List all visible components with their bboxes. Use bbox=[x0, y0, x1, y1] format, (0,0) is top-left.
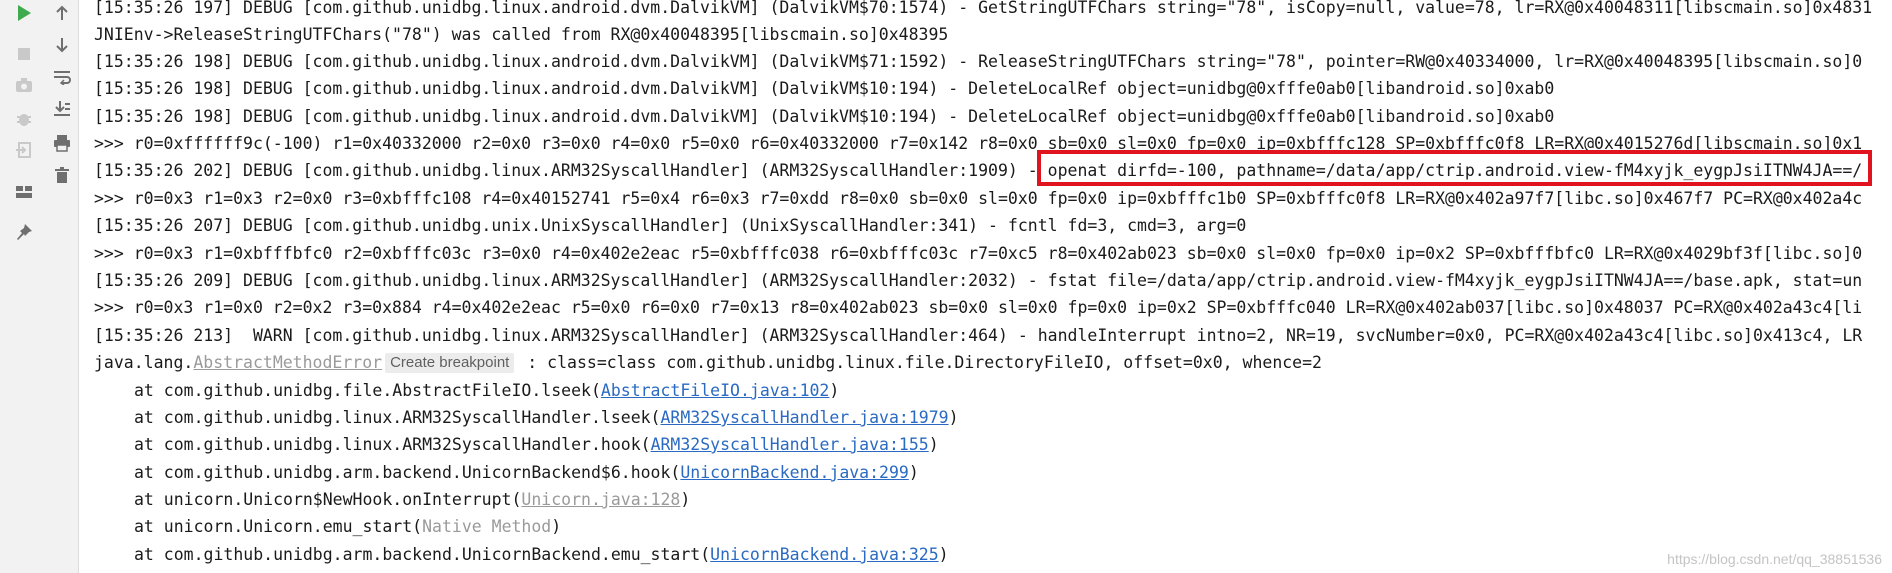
stack-frame-close: ) bbox=[948, 408, 959, 427]
log-line: [15:35:26 209] DEBUG [com.github.unidbg.… bbox=[94, 271, 1863, 290]
exception-class-link[interactable]: AbstractMethodError bbox=[193, 353, 382, 372]
stack-frame: at com.github.unidbg.linux.ARM32SyscallH… bbox=[94, 404, 959, 432]
down-arrow-icon bbox=[56, 38, 68, 53]
source-link[interactable]: AbstractFileIO.java:102 bbox=[601, 381, 829, 400]
stack-frame-method: at com.github.unidbg.arm.backend.Unicorn… bbox=[134, 545, 711, 564]
debug-button[interactable] bbox=[8, 106, 40, 132]
stack-frame-method: at unicorn.Unicorn$NewHook.onInterrupt( bbox=[134, 490, 522, 509]
stack-frame: at unicorn.Unicorn$NewHook.onInterrupt(U… bbox=[94, 486, 690, 514]
log-line: >>> r0=0xffffff9c(-100) r1=0x40332000 r2… bbox=[94, 134, 1863, 153]
log-line: [15:35:26 202] DEBUG [com.github.unidbg.… bbox=[94, 161, 1863, 180]
stack-frame: at com.github.unidbg.arm.backend.Unicorn… bbox=[94, 541, 949, 569]
clear-all-button[interactable] bbox=[46, 162, 78, 188]
stop-icon bbox=[18, 48, 30, 60]
stack-frame-method: at com.github.unidbg.linux.ARM32SyscallH… bbox=[134, 408, 661, 427]
watermark: https://blog.csdn.net/qq_38851536 bbox=[1667, 551, 1882, 567]
stack-frame-method: at com.github.unidbg.linux.ARM32SyscallH… bbox=[134, 435, 651, 454]
print-icon bbox=[54, 135, 70, 152]
exception-message: : class=class com.github.unidbg.linux.fi… bbox=[517, 353, 1322, 372]
stack-frame-close: ) bbox=[551, 517, 562, 536]
console-toolbar bbox=[0, 0, 79, 573]
previous-occurrence-button[interactable] bbox=[46, 0, 78, 26]
exception-prefix: java.lang. bbox=[94, 353, 194, 372]
pin-button[interactable] bbox=[8, 219, 40, 245]
stack-frame-method: at com.github.unidbg.arm.backend.Unicorn… bbox=[134, 463, 681, 482]
run-icon bbox=[18, 5, 31, 21]
snapshot-button[interactable] bbox=[8, 72, 40, 98]
stack-frame: at unicorn.Unicorn.emu_start(Native Meth… bbox=[94, 513, 561, 541]
stack-frame-close: ) bbox=[829, 381, 840, 400]
log-line: [15:35:26 198] DEBUG [com.github.unidbg.… bbox=[94, 107, 1555, 126]
source-link[interactable]: Unicorn.java:128 bbox=[521, 490, 680, 509]
soft-wrap-button[interactable] bbox=[46, 64, 78, 90]
source-link[interactable]: ARM32SyscallHandler.java:1979 bbox=[661, 408, 949, 427]
trash-icon bbox=[55, 167, 69, 183]
print-button[interactable] bbox=[46, 130, 78, 156]
stack-frame-close: ) bbox=[938, 545, 949, 564]
log-line: [15:35:26 207] DEBUG [com.github.unidbg.… bbox=[94, 216, 1247, 235]
source-link[interactable]: ARM32SyscallHandler.java:155 bbox=[651, 435, 929, 454]
source-link[interactable]: UnicornBackend.java:325 bbox=[710, 545, 938, 564]
stack-frame-close: ) bbox=[928, 435, 939, 454]
stack-frame-close: ) bbox=[680, 490, 691, 509]
log-line: [15:35:26 213] WARN [com.github.unidbg.l… bbox=[94, 326, 1863, 345]
log-line: >>> r0=0x3 r1=0x3 r2=0x0 r3=0xbfffc108 r… bbox=[94, 189, 1863, 208]
stop-button[interactable] bbox=[8, 41, 40, 67]
create-breakpoint-tooltip[interactable]: Create breakpoint bbox=[385, 353, 515, 373]
next-occurrence-button[interactable] bbox=[46, 32, 78, 58]
log-line: >>> r0=0x3 r1=0x0 r2=0x2 r3=0x884 r4=0x4… bbox=[94, 298, 1863, 317]
log-line: >>> r0=0x3 r1=0xbfffbfc0 r2=0xbfffc03c r… bbox=[94, 244, 1863, 263]
layout-icon bbox=[16, 186, 32, 198]
debug-bug-icon bbox=[17, 114, 31, 126]
pin-icon bbox=[17, 224, 32, 240]
soft-wrap-icon bbox=[54, 71, 71, 85]
stack-frame-close: ) bbox=[908, 463, 919, 482]
log-line: [15:35:26 198] DEBUG [com.github.unidbg.… bbox=[94, 79, 1555, 98]
stack-frame-method: at unicorn.Unicorn.emu_start( bbox=[134, 517, 423, 536]
up-arrow-icon bbox=[56, 5, 68, 20]
stack-frame: at com.github.unidbg.file.AbstractFileIO… bbox=[94, 377, 839, 405]
stack-frame: at com.github.unidbg.linux.ARM32SyscallH… bbox=[94, 431, 939, 459]
camera-icon bbox=[16, 78, 32, 92]
log-line: JNIEnv->ReleaseStringUTFChars("78") was … bbox=[94, 25, 949, 44]
log-line: [15:35:26 197] DEBUG [com.github.unidbg.… bbox=[94, 0, 1873, 17]
exception-line: java.lang.AbstractMethodError Create brea… bbox=[94, 349, 1322, 377]
console-output[interactable]: [15:35:26 197] DEBUG [com.github.unidbg.… bbox=[94, 0, 1892, 573]
exit-icon bbox=[16, 142, 31, 158]
source-link[interactable]: UnicornBackend.java:299 bbox=[680, 463, 908, 482]
scroll-to-end-icon bbox=[54, 101, 70, 116]
run-button[interactable] bbox=[8, 0, 40, 26]
stack-frame-method: at com.github.unidbg.file.AbstractFileIO… bbox=[134, 381, 601, 400]
log-line: [15:35:26 198] DEBUG [com.github.unidbg.… bbox=[94, 52, 1863, 71]
exit-button[interactable] bbox=[8, 137, 40, 163]
layout-button[interactable] bbox=[8, 179, 40, 205]
stack-frame: at com.github.unidbg.arm.backend.Unicorn… bbox=[94, 459, 919, 487]
native-method-label: Native Method bbox=[422, 517, 552, 536]
scroll-to-end-button[interactable] bbox=[46, 96, 78, 122]
